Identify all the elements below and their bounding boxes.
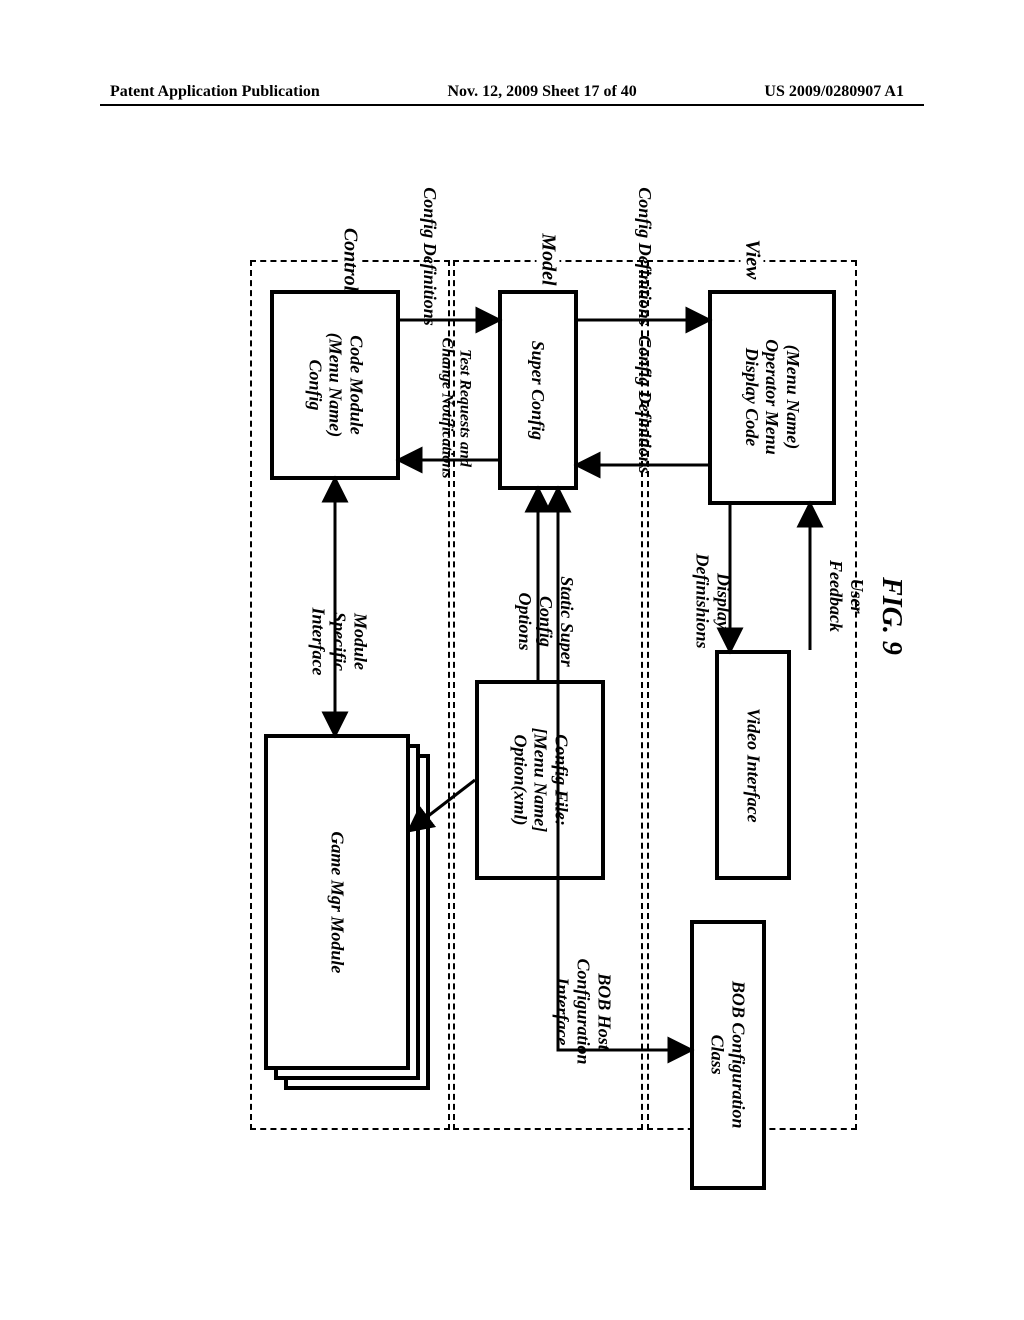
group-model-title: Model [537, 227, 560, 291]
config-file-label: Config File:[Menu Name]Option(xml) [509, 728, 571, 833]
video-interface-label: Video Interface [743, 708, 764, 823]
edge-display-defs: DisplayDefinishions [692, 553, 734, 648]
diagram: Control Model View Code Module(Menu Name… [150, 130, 870, 1140]
edge-test-change: Test Requests andChange Notifications [437, 338, 473, 479]
edge-user-feedback: UserFeedback [825, 560, 867, 632]
header-left: Patent Application Publication [110, 83, 320, 101]
edge-config-defs-control: Config Definitions [419, 187, 440, 326]
box-config-file: Config File:[Menu Name]Option(xml) [475, 680, 605, 880]
header-right: US 2009/0280907 A1 [764, 83, 904, 101]
edge-config-defs-mv2: Config Definitions [634, 335, 655, 474]
edge-module-iface: ModuleSpecificInterface [307, 608, 370, 676]
super-config-label: Super Config [528, 340, 549, 440]
group-control-title: Control [339, 222, 362, 297]
box-bob-config: BOB ConfigurationClass [690, 920, 766, 1190]
code-module-label: Code Module(Menu Name)Config [304, 333, 366, 438]
operator-menu-label: (Menu Name)Operator MenuDisplay Code [741, 340, 803, 456]
edge-bob-host: BOB HostConfigurationInterface [552, 958, 615, 1064]
box-game-mgr: Game Mgr Module [264, 734, 410, 1070]
header-center: Nov. 12, 2009 Sheet 17 of 40 [447, 83, 636, 101]
bob-config-label: BOB ConfigurationClass [707, 981, 748, 1129]
box-operator-menu: (Menu Name)Operator MenuDisplay Code [708, 290, 836, 505]
group-view-title: View [741, 233, 764, 285]
edge-static-super: Static SuperConfigOptions [514, 576, 577, 667]
edge-config-defs-mv: Config Definitions [634, 187, 655, 326]
game-mgr-label: Game Mgr Module [327, 831, 348, 973]
box-super-config: Super Config [498, 290, 578, 490]
header-rule [100, 104, 924, 106]
box-video-interface: Video Interface [715, 650, 791, 880]
page-header: Patent Application Publication Nov. 12, … [0, 80, 1024, 104]
box-code-module: Code Module(Menu Name)Config [270, 290, 400, 480]
figure-caption: FIG. 9 [875, 577, 907, 655]
